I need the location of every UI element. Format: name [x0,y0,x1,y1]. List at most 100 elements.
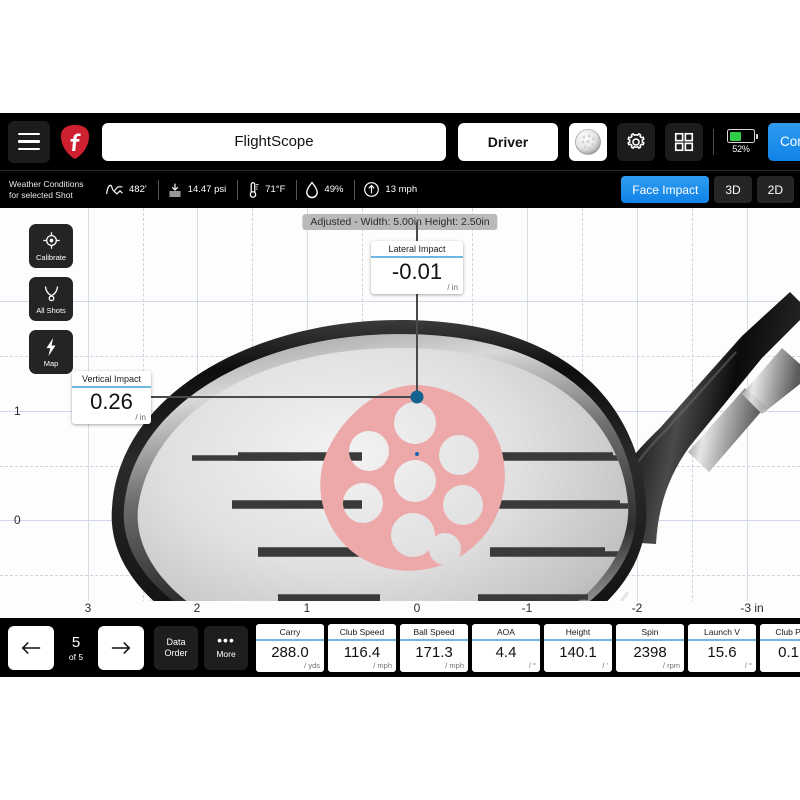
stat-club-speed-unit: / mph [373,660,392,670]
stat-club-speed-value: 116.4 [343,643,381,661]
stat-club-path[interactable]: Club Path 0.1R / ° [760,623,800,672]
vertical-impact-unit: / in [135,413,146,423]
weather-divider [354,179,356,200]
view-face-impact-button[interactable]: Face Impact [621,176,710,203]
adjusted-dimensions-text: Adjusted - Width: 5.00in Height: 2.50in [310,216,490,228]
battery-fill [729,131,742,141]
tool-all-shots-button[interactable]: All Shots [29,277,73,321]
flightscope-app-window: FlightScope Driver 52% Co Weather Condit… [0,113,800,677]
view-3d-button[interactable]: 3D [714,176,752,203]
more-button[interactable]: ••• More [204,625,248,670]
weather-divider [157,179,159,200]
target-icon [42,231,61,251]
view-2d-label: 2D [767,182,783,197]
stat-aoa-unit: / ° [528,660,536,670]
shot-stats-row: Carry 288.0 / yds Club Speed 116.4 / mph… [256,623,800,672]
x-axis-tick-0: 0 [413,601,421,615]
stat-height-value: 140.1 [559,643,597,661]
weather-pressure: 14.47 psi [167,182,227,198]
tool-map-button[interactable]: Map [29,330,73,374]
stat-club-speed[interactable]: Club Speed 116.4 / mph [328,623,396,672]
shot-number: 5 [71,633,81,651]
lightning-icon [42,337,60,357]
menu-button[interactable] [8,120,50,163]
stat-club-path-header: Club Path [760,624,800,641]
shot-trace-icon [42,284,61,304]
club-selector-label: Driver [487,133,529,150]
vertical-impact-callout[interactable]: Vertical Impact 0.26 / in [72,371,151,425]
weather-pressure-value: 14.47 psi [187,184,227,195]
hamburger-icon [18,132,40,136]
impact-point-marker[interactable] [410,390,424,404]
x-axis-tick-3: 3 [84,601,92,615]
club-selector[interactable]: Driver [458,122,558,161]
lateral-impact-title: Lateral Impact [371,241,463,258]
x-axis-tick-neg2: -2 [631,601,643,615]
x-axis-labels-row: 3 2 1 0 -1 -2 -3 in [0,601,800,618]
tool-calibrate-button[interactable]: Calibrate [29,224,73,268]
session-title-text: FlightScope [234,133,314,150]
session-title-field[interactable]: FlightScope [102,122,446,161]
weather-conditions-bar: Weather Conditions for selected Shot 482… [0,170,800,208]
stat-spin[interactable]: Spin 2398 / rpm [616,623,684,672]
view-2d-button[interactable]: 2D [756,176,794,203]
stat-ball-speed[interactable]: Ball Speed 171.3 / mph [400,623,468,672]
next-shot-button[interactable] [98,625,144,670]
stat-carry[interactable]: Carry 288.0 / yds [256,623,324,672]
y-axis-tick-0: 0 [14,513,21,527]
stat-club-path-value: 0.1R [778,643,800,661]
view-3d-label: 3D [725,182,741,197]
previous-shot-button[interactable] [8,625,54,670]
arrow-left-icon [21,641,41,654]
weather-conditions-label: Weather Conditions for selected Shot [9,179,97,200]
layout-grid-button[interactable] [665,122,703,161]
stat-launch-v[interactable]: Launch V 15.6 / ° [688,623,756,672]
lateral-impact-unit: / in [447,283,458,293]
weather-label-line2: for selected Shot [9,189,73,200]
bottom-toolbar: 5 of 5 Data Order ••• More Carry 288.0 /… [0,618,800,677]
data-order-button[interactable]: Data Order [154,625,198,670]
lateral-impact-value: -0.01 [391,259,443,284]
connection-status-button[interactable]: Connected [768,122,800,161]
weather-humidity-value: 49% [324,184,344,195]
x-axis-tick-1: 1 [303,601,311,615]
weather-altitude: 482' [105,183,147,197]
settings-button[interactable] [617,122,655,161]
view-face-impact-label: Face Impact [632,182,699,197]
stat-height[interactable]: Height 140.1 / ' [544,623,612,672]
hamburger-icon [18,147,40,151]
stat-aoa-value: 4.4 [495,643,517,661]
toolbar-divider [713,128,714,155]
shot-total: of 5 [68,651,84,662]
stat-aoa[interactable]: AOA 4.4 / ° [472,623,540,672]
weather-altitude-value: 482' [129,184,147,195]
face-impact-canvas[interactable]: Adjusted - Width: 5.00in Height: 2.50in … [0,208,800,618]
stat-carry-unit: / yds [304,660,320,670]
weather-wind: 13 mph [363,181,417,198]
stat-ball-speed-header: Ball Speed [400,624,468,641]
weather-label-line1: Weather Conditions [9,178,84,189]
stat-launch-v-unit: / ° [744,660,752,670]
weather-temperature-value: 71°F [265,184,286,195]
stat-launch-v-value: 15.6 [707,643,737,661]
weather-divider [237,179,239,200]
data-order-label-line1: Data [166,637,186,648]
stat-ball-speed-value: 171.3 [415,643,453,661]
y-axis-tick-1: 1 [14,404,21,418]
grid-icon [674,132,694,151]
lateral-impact-callout[interactable]: Lateral Impact -0.01 / in [371,241,463,295]
stat-spin-header: Spin [616,624,684,641]
stat-launch-v-header: Launch V [688,624,756,641]
weather-humidity: 49% [305,180,344,199]
flightscope-logo[interactable] [58,122,92,162]
secondary-point-marker[interactable] [415,452,419,456]
stat-height-unit: / ' [602,660,608,670]
ball-selector-button[interactable] [569,122,607,161]
flightscope-logo-icon [61,124,89,159]
gear-icon [627,132,645,149]
tool-calibrate-label: Calibrate [35,252,66,262]
top-toolbar: FlightScope Driver 52% Co [0,113,800,170]
view-mode-group: Face Impact 3D 2D [621,176,794,203]
x-axis-tick-2: 2 [193,601,201,615]
vertical-impact-value: 0.26 [90,389,133,414]
